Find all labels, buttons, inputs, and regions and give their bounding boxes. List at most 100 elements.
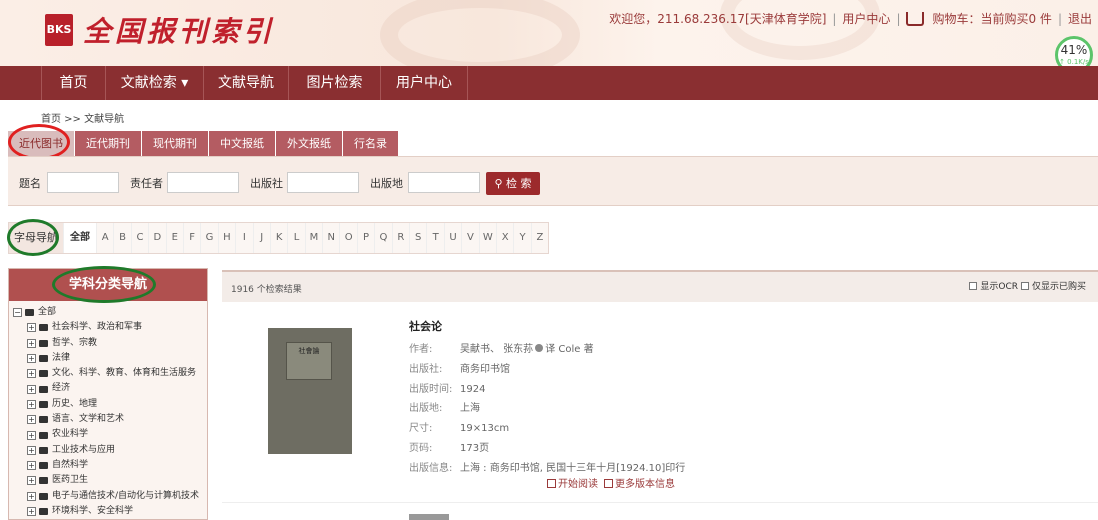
search-button[interactable]: ⚲ 检 索	[486, 172, 540, 195]
collapse-icon[interactable]: −	[13, 308, 22, 318]
tree-item[interactable]: + 医药卫生	[13, 473, 207, 488]
user-center-link[interactable]: 用户中心	[842, 10, 890, 27]
expand-icon[interactable]: +	[27, 476, 36, 486]
alpha-letter[interactable]: O	[339, 223, 356, 253]
tree-item[interactable]: + 电子与通信技术/自动化与计算机技术	[13, 489, 207, 504]
alpha-letter[interactable]: F	[182, 223, 200, 253]
alpha-letter[interactable]: S	[409, 223, 426, 253]
alpha-letter[interactable]: W	[478, 223, 496, 253]
alpha-letter[interactable]: D	[148, 223, 165, 253]
alpha-letter[interactable]: Q	[374, 223, 391, 253]
folder-icon	[39, 431, 48, 439]
nav-user-center[interactable]: 用户中心	[380, 66, 468, 100]
tree-item[interactable]: + 哲学、宗教	[13, 336, 207, 351]
folder-icon	[39, 355, 48, 363]
next-result-title-partial	[409, 514, 449, 520]
alpha-letter[interactable]: H	[217, 223, 235, 253]
breadcrumb: 首页 >> 文献导航	[41, 114, 125, 125]
expand-icon[interactable]: +	[27, 369, 36, 379]
folder-icon	[39, 339, 48, 347]
alpha-letter[interactable]: V	[461, 223, 478, 253]
alpha-all[interactable]: 全部	[63, 223, 96, 253]
expand-icon[interactable]: +	[27, 445, 36, 455]
tree-item[interactable]: + 农业科学	[13, 427, 207, 442]
alphabet-nav: 字母导航 全部 A B C D E F G H I J K L M N O P …	[8, 222, 550, 254]
nav-literature-navigation[interactable]: 文献导航	[203, 66, 288, 100]
folder-icon	[39, 416, 48, 424]
alpha-letter[interactable]: A	[96, 223, 113, 253]
place-input[interactable]	[408, 172, 480, 193]
alpha-letter[interactable]: M	[304, 223, 322, 253]
purchased-checkbox[interactable]	[1020, 281, 1029, 290]
pages-value: 173页	[460, 442, 490, 454]
info-value: 上海 : 商务印书馆, 民国十三年十月[1924.10]印行	[460, 462, 686, 474]
nav-home[interactable]: 首页	[41, 66, 105, 100]
alpha-letter[interactable]: U	[443, 223, 461, 253]
alpha-letter[interactable]: X	[495, 223, 513, 253]
expand-icon[interactable]: +	[27, 399, 36, 409]
start-reading-label: 开始阅读	[558, 479, 598, 490]
start-reading-link[interactable]: 开始阅读	[547, 475, 598, 490]
expand-icon[interactable]: +	[27, 323, 36, 333]
publisher-label: 出版社	[250, 177, 283, 190]
alpha-letter[interactable]: J	[252, 223, 270, 253]
alpha-letter[interactable]: T	[426, 223, 443, 253]
size-key: 尺寸:	[409, 423, 433, 435]
title-input[interactable]	[47, 172, 119, 193]
cart-link[interactable]: 购物车：当前购买0 件	[932, 10, 1051, 27]
main-nav: 首页 文献检索 ▾ 文献导航 图片检索 用户中心	[0, 66, 1098, 100]
tab-chinese-newspapers[interactable]: 中文报纸	[209, 131, 275, 156]
tree-item[interactable]: + 自然科学	[13, 458, 207, 473]
expand-icon[interactable]: +	[27, 430, 36, 440]
nav-image-search[interactable]: 图片检索	[288, 66, 380, 100]
alpha-letter[interactable]: R	[391, 223, 409, 253]
tree-item[interactable]: + 社会科学、政治和军事	[13, 320, 207, 335]
logout-link[interactable]: 退出	[1068, 10, 1092, 27]
site-logo[interactable]: BKS 全国报刊索引	[45, 10, 275, 50]
expand-icon[interactable]: +	[27, 507, 36, 516]
publisher-input[interactable]	[287, 172, 359, 193]
book-title[interactable]: 社会论	[409, 318, 685, 334]
nav-literature-search[interactable]: 文献检索 ▾	[105, 66, 203, 100]
book-cover-image[interactable]: 社會論	[268, 328, 352, 454]
expand-icon[interactable]: +	[27, 491, 36, 501]
expand-icon[interactable]: +	[27, 461, 36, 471]
author-input[interactable]	[167, 172, 239, 193]
alpha-letter[interactable]: G	[200, 223, 217, 253]
tree-item[interactable]: + 环境科学、安全科学	[13, 504, 207, 519]
alpha-letter[interactable]: Z	[530, 223, 548, 253]
alpha-letter[interactable]: Y	[513, 223, 530, 253]
author-names[interactable]: 吴献书、 张东荪	[460, 344, 533, 355]
alpha-letter[interactable]: E	[165, 223, 183, 253]
tab-modern-periodicals[interactable]: 近代期刊	[75, 131, 141, 156]
alpha-letter[interactable]: N	[322, 223, 339, 253]
alpha-letter[interactable]: K	[269, 223, 287, 253]
tree-item[interactable]: + 语言、文学和艺术	[13, 412, 207, 427]
tree-item[interactable]: + 法律	[13, 351, 207, 366]
alpha-letter[interactable]: L	[287, 223, 304, 253]
expand-icon[interactable]: +	[27, 338, 36, 348]
alpha-letter[interactable]: P	[356, 223, 374, 253]
tree-item[interactable]: + 文化、科学、教育、体育和生活服务	[13, 366, 207, 381]
tab-modern-books[interactable]: 近代图书	[8, 131, 74, 156]
tree-item[interactable]: + 历史、地理	[13, 397, 207, 412]
expand-icon[interactable]: +	[27, 384, 36, 394]
result-divider	[222, 502, 1098, 503]
header-decoration	[720, 0, 880, 60]
tab-contemporary-periodicals[interactable]: 现代期刊	[142, 131, 208, 156]
tree-item[interactable]: + 工业技术与应用	[13, 443, 207, 458]
top-user-bar: 欢迎您，211.68.236.17[天津体育学院] | 用户中心 | 购物车：当…	[609, 10, 1092, 27]
alpha-letter[interactable]: B	[113, 223, 130, 253]
tree-item[interactable]: + 经济	[13, 381, 207, 396]
alpha-letter[interactable]: C	[130, 223, 148, 253]
folder-open-icon	[25, 309, 34, 317]
expand-icon[interactable]: +	[27, 415, 36, 425]
cart-icon	[906, 11, 925, 26]
expand-icon[interactable]: +	[27, 354, 36, 364]
more-versions-link[interactable]: 更多版本信息	[604, 475, 675, 490]
alpha-letter[interactable]: I	[235, 223, 252, 253]
tab-directories[interactable]: 行名录	[343, 131, 398, 156]
ocr-checkbox[interactable]	[969, 281, 978, 290]
tab-foreign-newspapers[interactable]: 外文报纸	[276, 131, 342, 156]
tree-root[interactable]: − 全部	[13, 305, 207, 320]
